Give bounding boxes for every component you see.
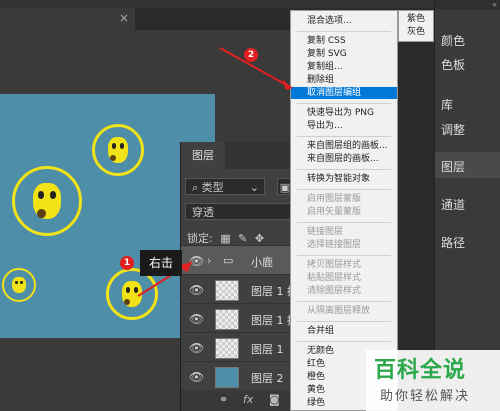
watermark-logo: 百科全说 助你轻松解决 [366, 350, 500, 411]
right-click-label: 右击 [140, 250, 182, 276]
step-badge-2: 2 [244, 48, 258, 62]
watermark-subtitle: 助你轻松解决 [380, 389, 471, 404]
arrow-head-2 [282, 79, 292, 90]
step-badge-1: 1 [120, 256, 134, 270]
watermark-title: 百科全说 [374, 358, 467, 383]
